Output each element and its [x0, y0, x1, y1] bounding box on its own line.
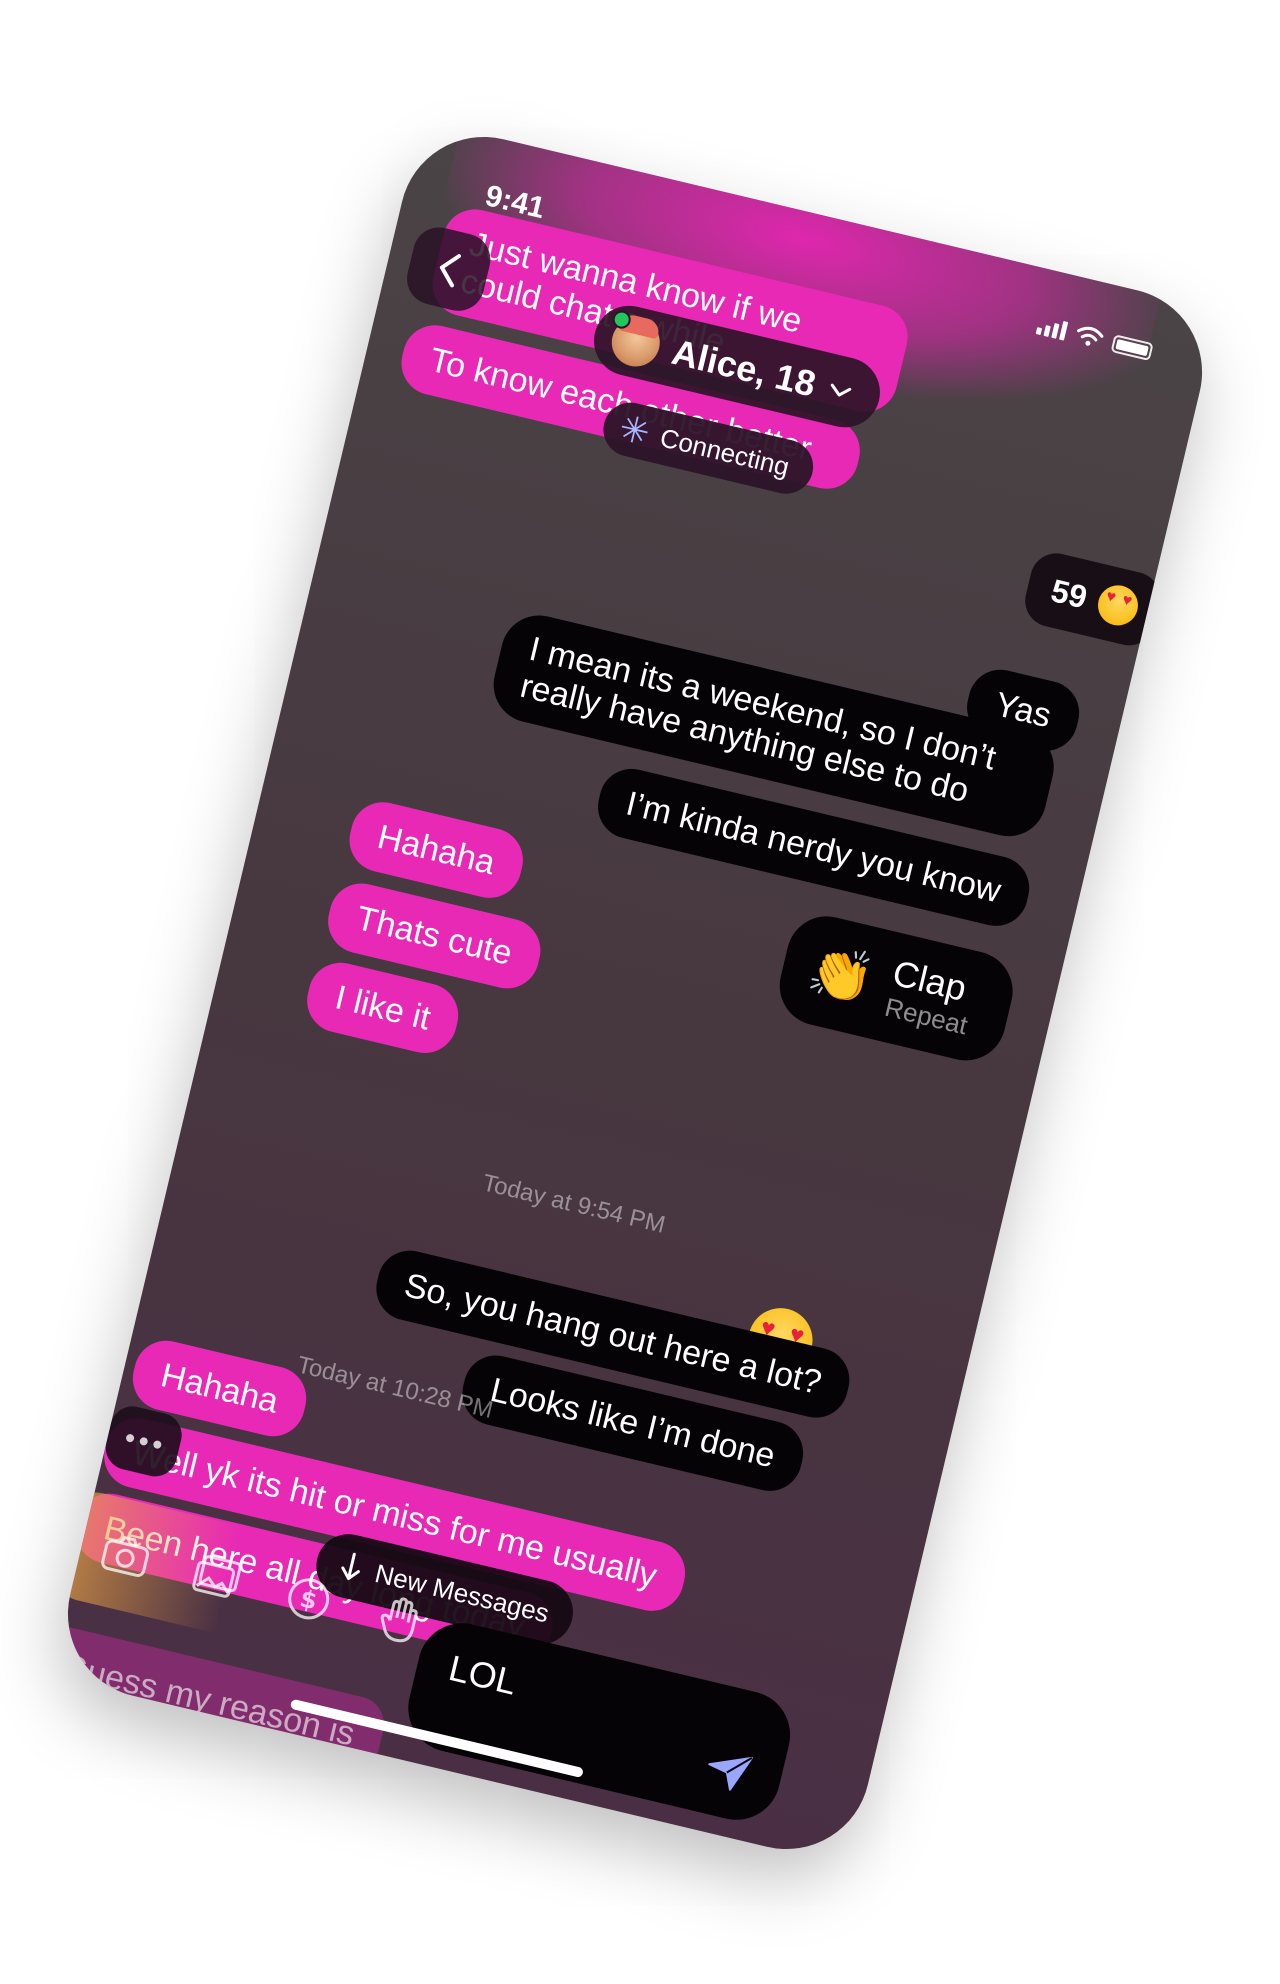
- signal-icon: [1035, 315, 1069, 341]
- online-indicator: [610, 308, 633, 331]
- battery-icon: [1110, 334, 1154, 362]
- timestamp: Today at 9:54 PM: [479, 1169, 668, 1239]
- heart-eyes-emoji: [1093, 581, 1142, 630]
- wifi-icon: [1077, 326, 1104, 346]
- camera-icon[interactable]: [96, 1525, 156, 1585]
- message-input-value: LOL: [445, 1646, 521, 1703]
- phone-screen: 9:41 Just wanna know if we could chat a …: [50, 119, 1220, 1867]
- chevron-down-icon: [830, 383, 852, 397]
- wave-icon[interactable]: [370, 1591, 430, 1651]
- status-icons: [1035, 314, 1154, 362]
- svg-text:$: $: [297, 1584, 320, 1615]
- clap-icon: 👏: [802, 939, 880, 1011]
- send-button[interactable]: [698, 1741, 758, 1801]
- avatar: [606, 308, 665, 372]
- message-input[interactable]: LOL: [399, 1614, 800, 1829]
- gallery-icon[interactable]: [187, 1547, 247, 1607]
- clap-reaction[interactable]: 👏 Clap Repeat: [771, 908, 1021, 1069]
- chevron-left-icon: [439, 254, 461, 288]
- screen: 9:41 Just wanna know if we could chat a …: [0, 0, 1280, 1984]
- dollar-icon[interactable]: $: [279, 1569, 339, 1629]
- send-icon: [708, 1756, 753, 1791]
- sparkle-icon: ✳: [615, 406, 654, 454]
- streak-counter[interactable]: 59: [1019, 548, 1166, 651]
- streak-counter-value: 59: [1047, 571, 1091, 615]
- clap-text: Clap Repeat: [882, 952, 980, 1040]
